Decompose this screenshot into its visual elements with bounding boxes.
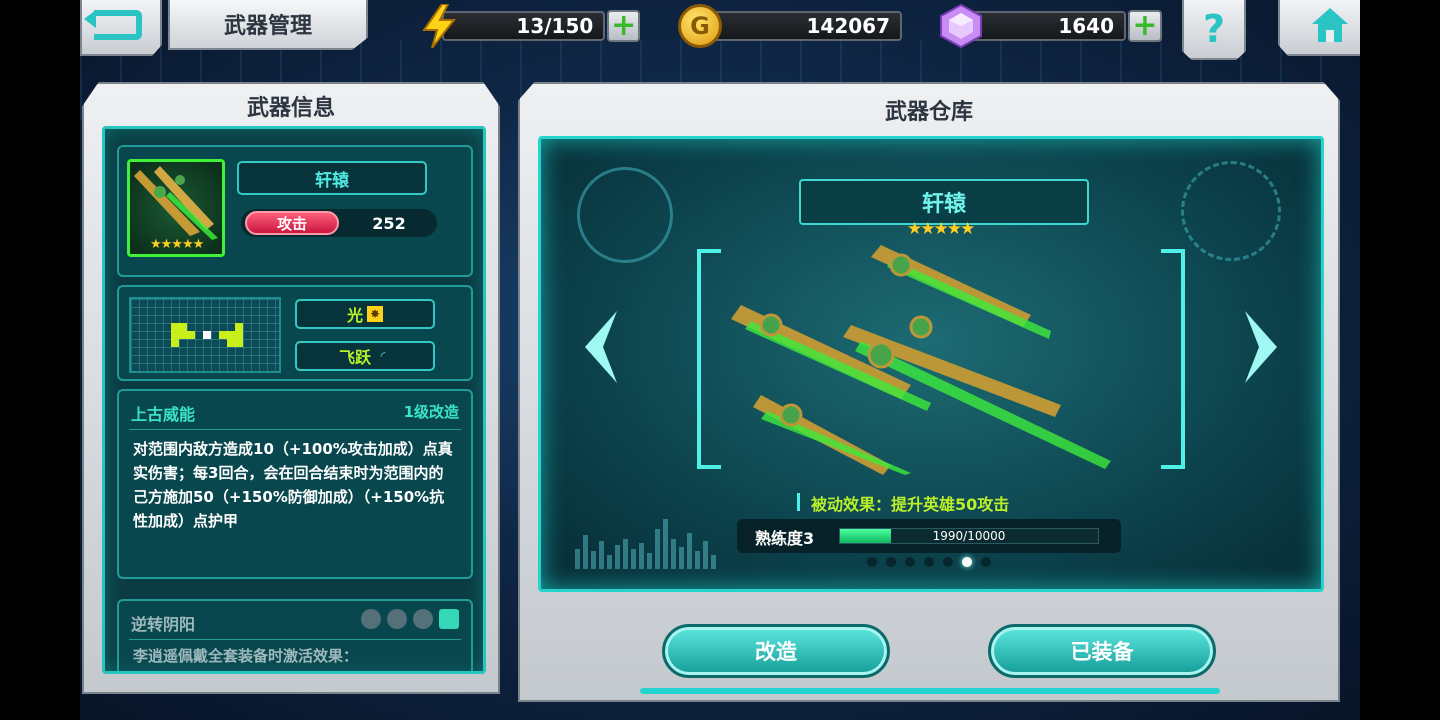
prev-weapon-arrow[interactable] [579,307,619,387]
element-label: 光 [346,306,363,325]
range-cell [171,331,179,339]
page-title: 武器管理 [168,0,368,50]
range-cell [179,323,187,331]
range-cell [227,339,235,347]
element-tag: 光 ✸ [295,299,435,329]
left-bracket-decoration [697,249,721,469]
movement-tag: 飞跃 ◜ [295,341,435,371]
range-cell [235,323,243,331]
hud-compass-decoration [577,167,673,263]
weapon-storage-title: 武器仓库 [884,100,973,125]
skill-box: 上古威能 1级改造 对范围内敌方造成10（+100%攻击加成）点真实伤害；每3回… [117,389,473,579]
attack-label: 攻击 [245,211,339,235]
energy-value: 13/150 [442,11,606,41]
range-cell [235,339,243,347]
movement-label: 飞跃 [338,348,371,367]
home-button[interactable] [1278,0,1360,56]
set-skill-name: 逆转阴阳 [131,615,196,634]
passive-effect: 被动效果：提升英雄50攻击 [796,491,1009,515]
page-dot[interactable] [943,557,953,567]
weapon-info-title: 武器信息 [246,96,335,121]
next-weapon-arrow[interactable] [1243,307,1283,387]
set-skill-description: 李逍遥佩戴全套装备时激活效果： [133,647,359,665]
right-bracket-decoration [1161,249,1185,469]
weapon-info-panel: 武器信息 ★★★★★ 轩辕 攻击 252 光 ✸ 飞跃 ◜ 上古威能 1级改造 … [82,82,500,694]
set-piece-icons [361,609,459,629]
home-icon [1312,8,1348,42]
hud-dial-decoration [1181,161,1281,261]
skill-name: 上古威能 [131,405,196,424]
proficiency-track: 1990/10000 [839,528,1099,544]
set-skill-box: 逆转阴阳 李逍遥佩戴全套装备时激活效果： [117,599,473,671]
page-dot[interactable] [886,557,896,567]
weapon-info-content: ★★★★★ 轩辕 攻击 252 光 ✸ 飞跃 ◜ 上古威能 1级改造 对范围内敌… [102,126,486,674]
equalizer-decoration [575,513,716,569]
equipped-button[interactable]: 已装备 [988,624,1216,678]
add-gem-button[interactable]: + [1128,10,1162,42]
attack-value: 252 [372,213,406,233]
trophy-icon [387,609,407,629]
proficiency-label: 熟练度3 [755,529,815,548]
back-button[interactable] [80,0,162,56]
weapon-showcase: 轩辕 ★★★★★ 被动效果：提升英雄50攻击 熟练度3 1990/10000 [538,136,1324,592]
skill-divider [129,429,461,430]
weapon-sword-icon [134,166,218,240]
range-cell [227,331,235,339]
proficiency-bar: 熟练度3 1990/10000 [737,519,1121,553]
range-cell [235,331,243,339]
skill-description: 对范围内敌方造成10（+100%攻击加成）点真实伤害；每3回合，会在回合结束时为… [133,440,453,530]
proficiency-value: 1990/10000 [932,529,1006,543]
back-arrow-icon [84,10,142,40]
lightning-icon [422,4,457,48]
energy-display: 13/150 + [434,8,640,44]
range-cell [187,331,195,339]
range-cell [219,331,227,339]
page-dot[interactable] [981,557,991,567]
range-cell [171,323,179,331]
add-energy-button[interactable]: + [607,10,640,42]
help-icon: ? [1202,7,1226,51]
light-element-icon: ✸ [367,306,383,322]
page-indicator [867,557,991,567]
weapon-piece-icon [439,609,459,629]
page-dot[interactable] [867,557,877,567]
shield-icon [413,609,433,629]
weapon-name: 轩辕 [237,161,427,195]
weapon-range-box: 光 ✸ 飞跃 ◜ [117,285,473,381]
page-dot[interactable] [924,557,934,567]
weapon-summary: ★★★★★ 轩辕 攻击 252 [117,145,473,277]
weapon-stars: ★★★★★ [150,237,204,252]
set-skill-divider [129,639,461,640]
gold-coin-icon: G [678,4,722,48]
help-button[interactable]: ? [1182,0,1246,60]
game-screen: 武器管理 13/150 + 142067 G 1640 + ? 武器信息 ★★★… [80,0,1360,720]
weapon-showcase-image [731,245,1111,475]
bottom-rail-decoration [640,688,1220,694]
page-dot[interactable] [962,557,972,567]
gold-value: 142067 [694,11,902,41]
helmet-icon [361,609,381,629]
range-cell [179,331,187,339]
leap-icon: ◜ [380,349,386,363]
skill-level: 1级改造 [403,403,459,421]
page-dot[interactable] [905,557,915,567]
weapon-thumbnail[interactable]: ★★★★★ [127,159,225,257]
upgrade-button[interactable]: 改造 [662,624,890,678]
attack-stat: 攻击 252 [241,209,437,237]
range-center-cell [203,331,211,339]
range-cell [171,339,179,347]
weapon-storage-panel: 武器仓库 轩辕 ★★★★★ 被动效果：提升英雄50攻击 熟练度3 1990/10… [518,82,1340,702]
attack-range-grid [129,297,281,373]
gem-icon [940,3,982,49]
